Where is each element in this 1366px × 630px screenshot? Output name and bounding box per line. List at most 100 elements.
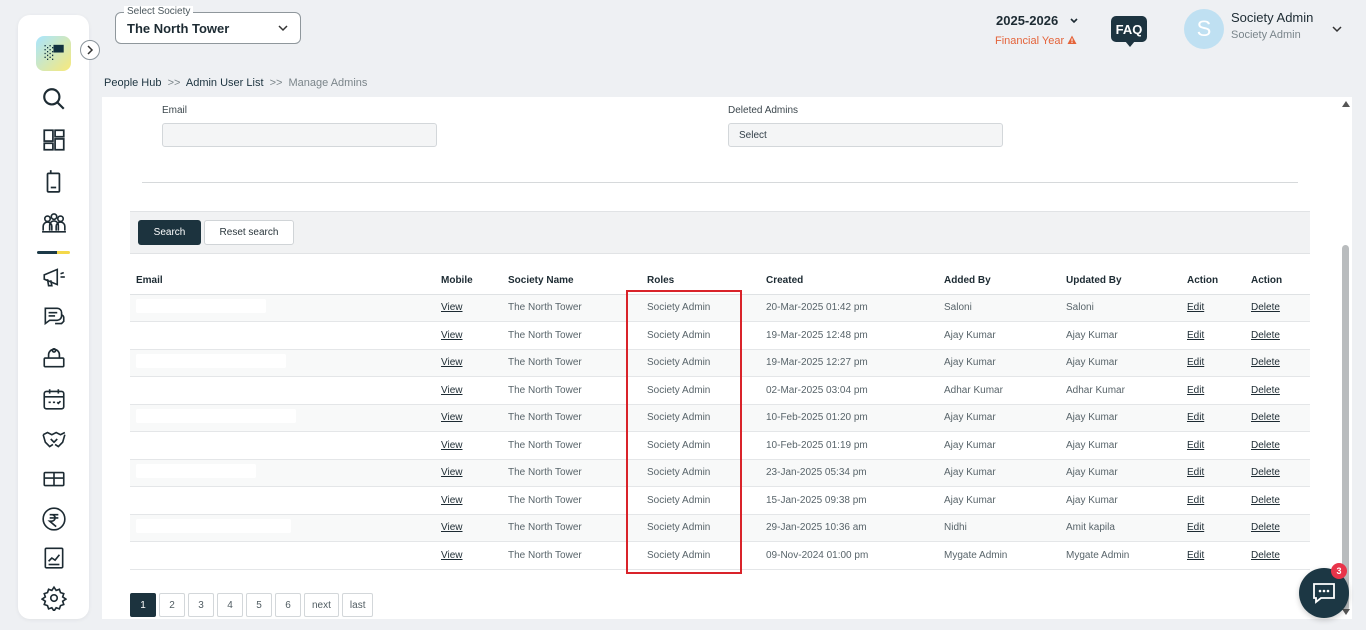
chat-notification-badge: 3: [1331, 563, 1347, 579]
mobile-view-link[interactable]: View: [441, 522, 463, 533]
mobile-view-link[interactable]: View: [441, 412, 463, 423]
mobile-view-link-cell: View: [435, 514, 502, 542]
scroll-down-arrow[interactable]: [1342, 609, 1350, 615]
mobile-view-link[interactable]: View: [441, 385, 463, 396]
edit-link[interactable]: Edit: [1187, 412, 1204, 423]
column-header-action-delete: Action: [1245, 267, 1310, 295]
helpdesk-icon[interactable]: [40, 344, 68, 372]
edit-link[interactable]: Edit: [1187, 522, 1204, 533]
people-icon[interactable]: [40, 208, 68, 236]
society-name-cell: The North Tower: [502, 514, 641, 542]
page-button-5[interactable]: 5: [246, 593, 272, 617]
created-cell: 19-Mar-2025 12:48 pm: [760, 321, 938, 350]
deleted-admins-select[interactable]: Select: [728, 123, 1003, 147]
delete-link[interactable]: Delete: [1251, 467, 1280, 478]
edit-link[interactable]: Edit: [1187, 357, 1204, 368]
delete-link[interactable]: Delete: [1251, 385, 1280, 396]
handshake-icon[interactable]: [40, 425, 68, 453]
page-next-button[interactable]: next: [304, 593, 339, 617]
edit-link[interactable]: Edit: [1187, 495, 1204, 506]
society-select-value: The North Tower: [127, 21, 230, 36]
rupee-icon[interactable]: [40, 505, 68, 533]
scroll-up-arrow[interactable]: [1342, 101, 1350, 107]
page-button-6[interactable]: 6: [275, 593, 301, 617]
email-filter-input[interactable]: [162, 123, 437, 147]
reset-search-button[interactable]: Reset search: [204, 220, 294, 245]
society-name-cell: The North Tower: [502, 404, 641, 432]
mobile-view-link-cell: View: [435, 486, 502, 515]
vertical-scrollbar[interactable]: [1340, 97, 1352, 619]
mobile-view-link-cell: View: [435, 431, 502, 460]
edit-link[interactable]: Edit: [1187, 550, 1204, 561]
search-button[interactable]: Search: [138, 220, 201, 245]
delete-link[interactable]: Delete: [1251, 357, 1280, 368]
edit-link[interactable]: Edit: [1187, 330, 1204, 341]
society-select[interactable]: Select Society The North Tower: [115, 6, 301, 44]
calendar-icon[interactable]: [40, 385, 68, 413]
user-name[interactable]: Society Admin: [1231, 10, 1313, 25]
edit-link[interactable]: Edit: [1187, 302, 1204, 313]
delete-link[interactable]: Delete: [1251, 330, 1280, 341]
created-cell: 09-Nov-2024 01:00 pm: [760, 541, 938, 570]
table-row: View The North Tower Society Admin 19-Mar-2…: [130, 321, 1310, 350]
manage-admins-panel: Email Deleted Admins Select Search Reset…: [102, 97, 1352, 619]
role-cell: Society Admin: [641, 294, 760, 322]
scroll-thumb[interactable]: [1342, 245, 1349, 611]
added-by-cell: Ajay Kumar: [938, 404, 1060, 432]
settings-icon[interactable]: [40, 584, 68, 612]
mobile-view-link[interactable]: View: [441, 550, 463, 561]
search-icon[interactable]: [40, 85, 68, 113]
avatar[interactable]: S: [1184, 9, 1224, 49]
chat-icon[interactable]: [40, 303, 68, 331]
page-last-button[interactable]: last: [341, 593, 374, 617]
page-button-2[interactable]: 2: [159, 593, 185, 617]
mobile-view-link[interactable]: View: [441, 467, 463, 478]
edit-link[interactable]: Edit: [1187, 385, 1204, 396]
delete-link[interactable]: Delete: [1251, 495, 1280, 506]
chevron-down-icon: [278, 25, 288, 32]
mobile-icon[interactable]: [40, 167, 68, 195]
page-button-1[interactable]: 1: [130, 593, 156, 617]
breadcrumb-admin-user-list[interactable]: Admin User List: [186, 77, 264, 89]
delete-link-cell: Delete: [1245, 486, 1310, 515]
mobile-view-link[interactable]: View: [441, 357, 463, 368]
delete-link[interactable]: Delete: [1251, 550, 1280, 561]
page-button-4[interactable]: 4: [217, 593, 243, 617]
chevron-down-icon[interactable]: [1331, 23, 1343, 35]
updated-by-cell: Ajay Kumar: [1060, 404, 1181, 432]
delete-link[interactable]: Delete: [1251, 412, 1280, 423]
mobile-view-link[interactable]: View: [441, 302, 463, 313]
report-icon[interactable]: [40, 544, 68, 572]
mobile-view-link[interactable]: View: [441, 330, 463, 341]
dashboard-icon[interactable]: [40, 126, 68, 154]
column-header-mobile: Mobile: [435, 267, 502, 295]
megaphone-icon[interactable]: [40, 263, 68, 291]
edit-link[interactable]: Edit: [1187, 467, 1204, 478]
society-name-cell: The North Tower: [502, 321, 641, 350]
society-name-cell: The North Tower: [502, 486, 641, 515]
email-cell: [130, 431, 435, 460]
delete-link[interactable]: Delete: [1251, 522, 1280, 533]
amenity-icon[interactable]: [40, 464, 68, 492]
faq-button[interactable]: FAQ: [1111, 16, 1147, 47]
updated-by-cell: Ajay Kumar: [1060, 321, 1181, 350]
mobile-view-link-cell: View: [435, 376, 502, 405]
page-button-3[interactable]: 3: [188, 593, 214, 617]
delete-link-cell: Delete: [1245, 349, 1310, 377]
society-name-cell: The North Tower: [502, 541, 641, 570]
email-cell: [130, 376, 435, 405]
breadcrumb: People Hub >> Admin User List >> Manage …: [104, 77, 367, 89]
chat-bubble-icon: [1313, 583, 1335, 604]
redacted-email: [136, 354, 286, 369]
created-cell: 02-Mar-2025 03:04 pm: [760, 376, 938, 405]
added-by-cell: Ajay Kumar: [938, 321, 1060, 350]
breadcrumb-separator: >>: [269, 77, 283, 89]
mobile-view-link[interactable]: View: [441, 440, 463, 451]
breadcrumb-people-hub[interactable]: People Hub: [104, 77, 162, 89]
edit-link[interactable]: Edit: [1187, 440, 1204, 451]
financial-year-selector[interactable]: 2025-2026 Financial Year: [995, 12, 1079, 47]
society-name-cell: The North Tower: [502, 459, 641, 487]
delete-link[interactable]: Delete: [1251, 302, 1280, 313]
delete-link[interactable]: Delete: [1251, 440, 1280, 451]
mobile-view-link[interactable]: View: [441, 495, 463, 506]
